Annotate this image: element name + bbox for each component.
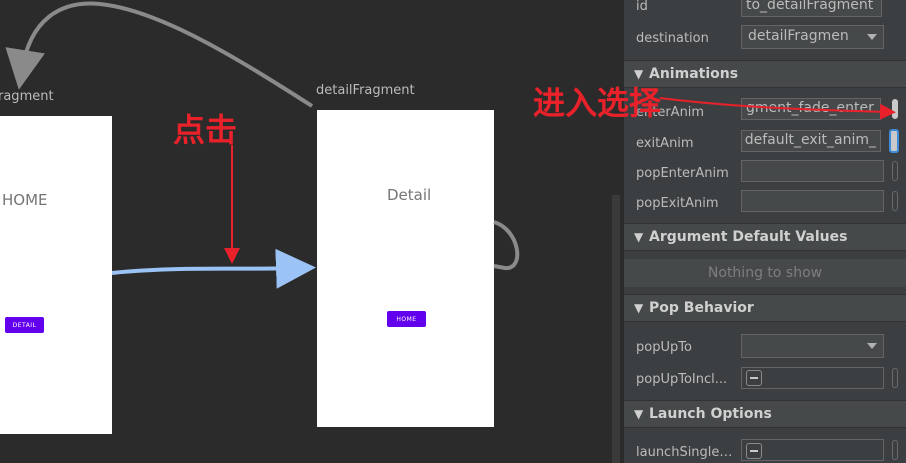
enter-select-annotation: 进入选择 <box>533 84 662 122</box>
collapse-triangle-icon: ▼ <box>634 407 644 421</box>
argument-defaults-title: Argument Default Values <box>649 229 848 245</box>
pop-up-to-label: popUpTo <box>636 340 692 355</box>
chevron-down-icon <box>867 343 877 349</box>
pop-enter-anim-picker-button[interactable] <box>892 161 898 181</box>
launch-single-top-field[interactable] <box>741 439 884 461</box>
launch-single-top-row: launchSingleT... <box>624 437 906 463</box>
chevron-down-icon <box>867 34 877 40</box>
launch-options-title: Launch Options <box>649 406 772 422</box>
pop-up-to-inclusive-field[interactable] <box>741 367 884 389</box>
exit-anim-picker-button[interactable] <box>889 129 899 153</box>
destination-row: destination detailFragmen <box>624 23 906 51</box>
pop-exit-anim-field[interactable] <box>741 190 884 212</box>
panel-splitter[interactable] <box>612 195 620 463</box>
argument-defaults-section-header[interactable]: ▼ Argument Default Values <box>624 223 906 251</box>
attributes-panel: id to_detailFragment destination detailF… <box>624 0 906 463</box>
pop-up-to-inclusive-label: popUpToIncl... <box>636 372 728 387</box>
pop-exit-anim-row: popExitAnim <box>624 188 906 216</box>
pop-up-to-inclusive-picker-button[interactable] <box>892 368 898 388</box>
exit-anim-field[interactable]: _default_exit_anim <box>741 130 881 152</box>
destination-value: detailFragmen <box>748 28 849 44</box>
animations-title: Animations <box>649 66 739 82</box>
pop-up-to-row: popUpTo <box>624 332 906 360</box>
argument-defaults-empty-text: Nothing to show <box>624 259 906 287</box>
enter-anim-picker-button[interactable] <box>892 99 898 119</box>
pop-exit-anim-picker-button[interactable] <box>892 191 898 211</box>
pop-enter-anim-row: popEnterAnim <box>624 158 906 186</box>
collapse-triangle-icon: ▼ <box>634 230 644 244</box>
home-detail-button: DETAIL <box>5 317 44 333</box>
click-annotation: 点击 <box>173 111 238 149</box>
launch-single-top-label: launchSingleT... <box>636 445 736 460</box>
animations-section-header[interactable]: ▼ Animations <box>624 60 906 88</box>
id-row: id to_detailFragment <box>624 0 906 21</box>
destination-dropdown[interactable]: detailFragmen <box>741 25 884 49</box>
home-fragment-preview[interactable]: HOME DETAIL <box>0 116 112 434</box>
pop-enter-anim-label: popEnterAnim <box>636 166 729 181</box>
exit-anim-row: exitAnim _default_exit_anim <box>624 128 906 156</box>
pop-exit-anim-label: popExitAnim <box>636 196 719 211</box>
home-screen-text: HOME <box>2 191 48 209</box>
launch-options-section-header[interactable]: ▼ Launch Options <box>624 400 906 428</box>
enter-anim-row: enterAnim gment_fade_enter <box>624 96 906 124</box>
id-label: id <box>636 0 648 14</box>
exit-anim-label: exitAnim <box>636 136 694 151</box>
pop-enter-anim-field[interactable] <box>741 160 884 182</box>
detail-fragment-preview[interactable]: Detail HOME <box>317 110 494 427</box>
collapse-triangle-icon: ▼ <box>634 301 644 315</box>
destination-label: destination <box>636 31 709 46</box>
detail-screen-text: Detail <box>387 186 432 204</box>
home-fragment-label: ragment <box>0 89 54 104</box>
detail-home-button: HOME <box>387 311 426 327</box>
launch-single-top-picker-button[interactable] <box>892 440 898 460</box>
enter-anim-field[interactable]: gment_fade_enter <box>741 98 881 120</box>
navigation-graph-canvas[interactable]: ragment HOME DETAIL detailFragment Detai… <box>0 0 612 463</box>
pop-up-to-inclusive-row: popUpToIncl... <box>624 365 906 393</box>
pop-up-to-dropdown[interactable] <box>741 334 884 358</box>
id-field[interactable]: to_detailFragment <box>741 0 882 17</box>
pop-behavior-title: Pop Behavior <box>649 300 754 316</box>
pop-behavior-section-header[interactable]: ▼ Pop Behavior <box>624 294 906 322</box>
detail-fragment-label: detailFragment <box>316 83 415 98</box>
